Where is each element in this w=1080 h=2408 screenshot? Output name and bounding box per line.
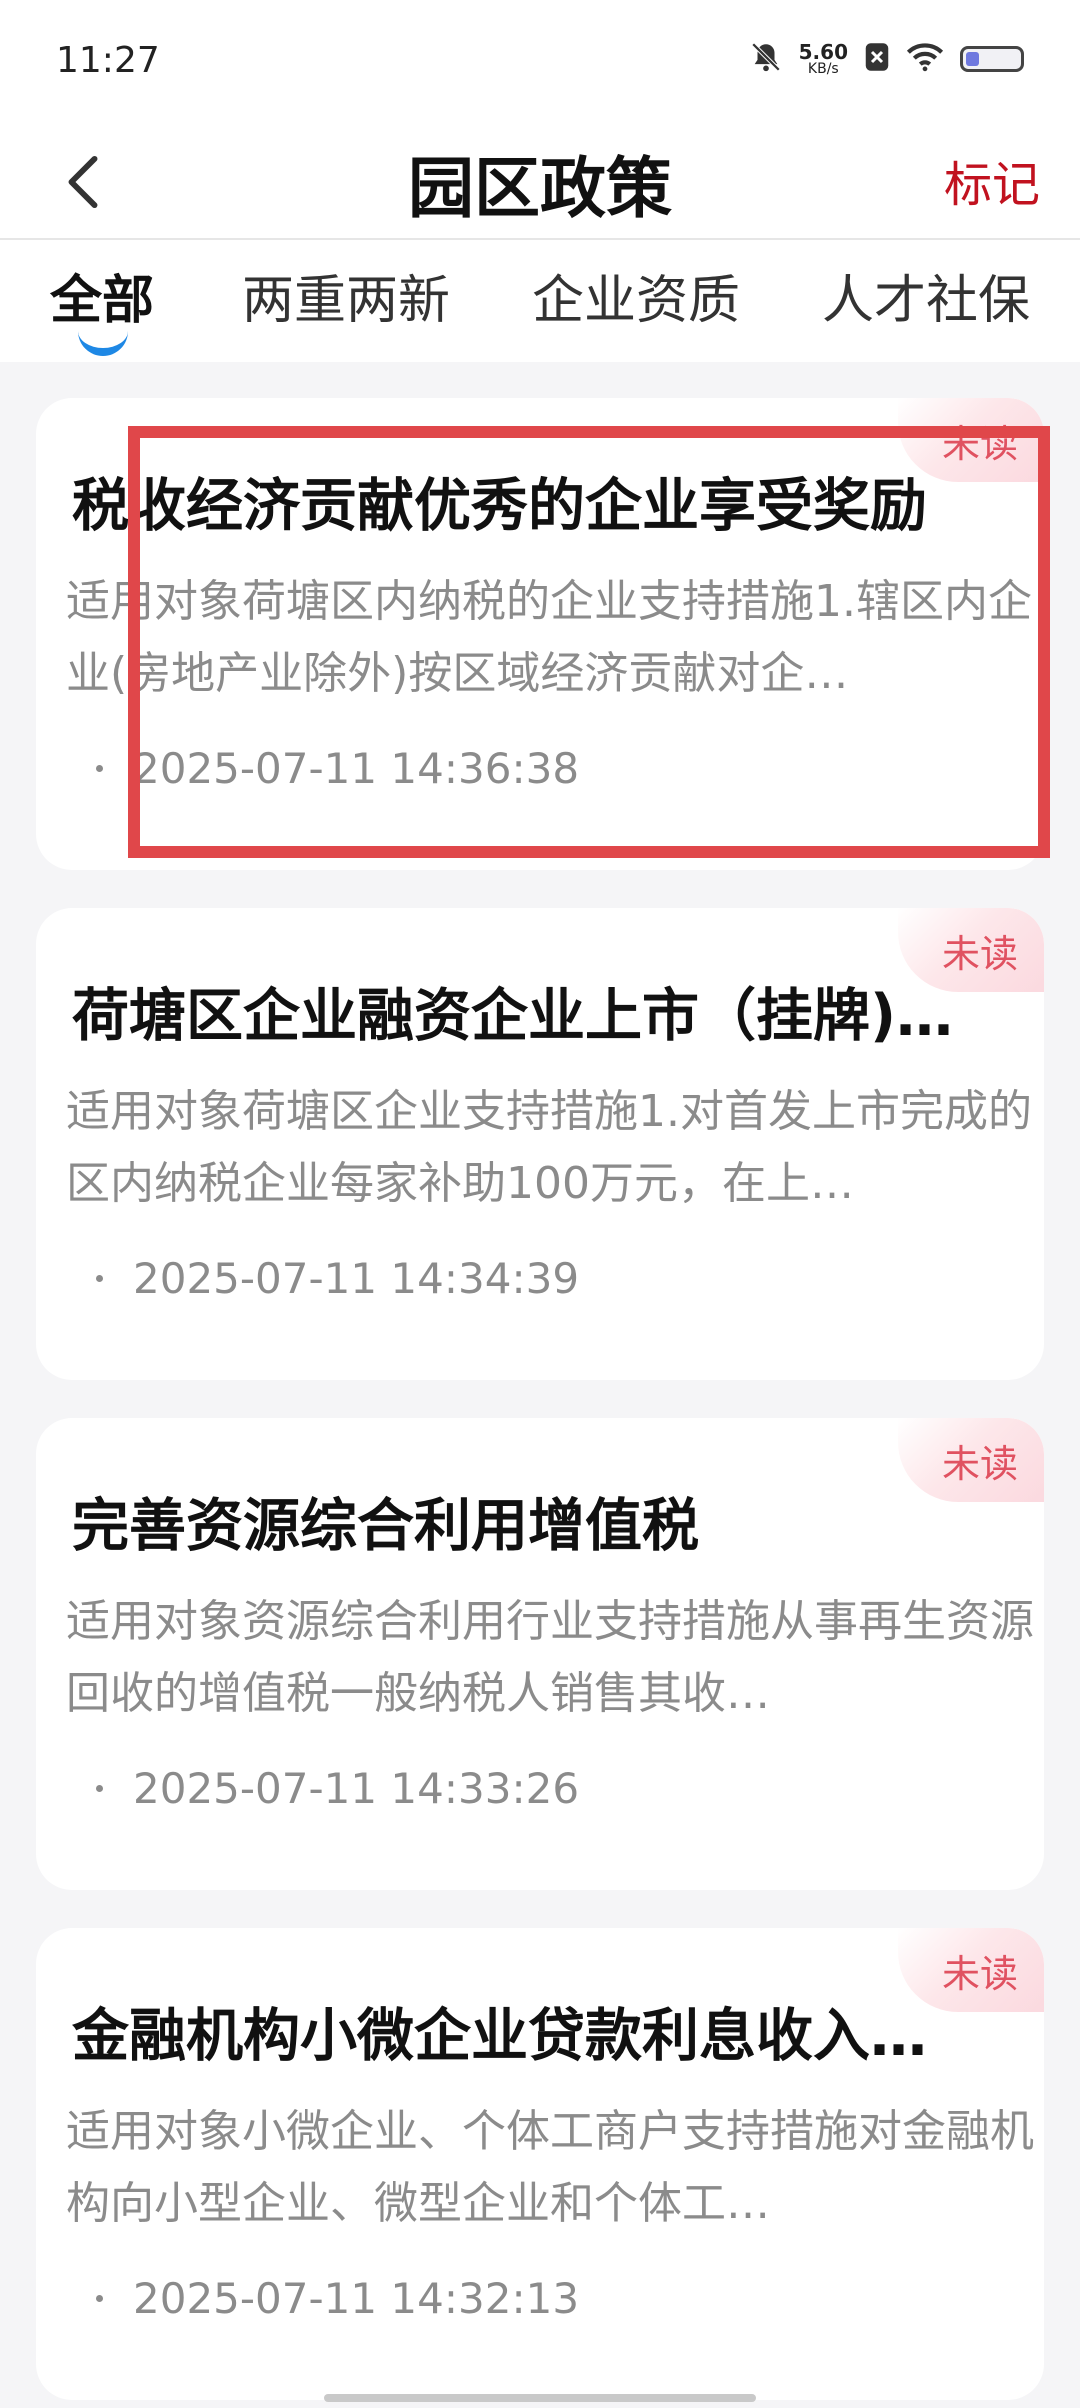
page-title: 园区政策 bbox=[408, 150, 672, 227]
home-indicator[interactable] bbox=[324, 2394, 756, 2402]
policy-title: 完善资源综合利用增值税 bbox=[72, 1493, 699, 1559]
policy-date-row: 2025-07-11 14:36:38 bbox=[96, 744, 579, 793]
active-tab-indicator bbox=[78, 328, 128, 356]
policy-card[interactable]: 未读 税收经济贡献优秀的企业享受奖励 适用对象荷塘区内纳税的企业支持措施1.辖区… bbox=[36, 398, 1044, 870]
mute-icon bbox=[749, 40, 783, 78]
tab-talent-social-security[interactable]: 人才社保 bbox=[822, 258, 1030, 333]
policy-card[interactable]: 未读 完善资源综合利用增值税 适用对象资源综合利用行业支持措施从事再生资源回收的… bbox=[36, 1418, 1044, 1890]
network-speed-unit: KB/s bbox=[807, 61, 839, 77]
sim-none-icon bbox=[864, 42, 890, 76]
tab-two-heavy-two-new[interactable]: 两重两新 bbox=[242, 258, 450, 333]
status-icons: 5.60 KB/s bbox=[749, 40, 1024, 78]
status-time: 11:27 bbox=[56, 40, 160, 81]
bullet-dot-icon bbox=[96, 1785, 103, 1792]
network-speed-value: 5.60 bbox=[798, 40, 848, 64]
navigation-bar: 园区政策 标记 bbox=[0, 125, 1080, 240]
network-speed: 5.60 KB/s bbox=[799, 42, 848, 76]
mark-button[interactable]: 标记 bbox=[944, 145, 1040, 215]
policy-date: 2025-07-11 14:32:13 bbox=[133, 2274, 580, 2323]
category-tabs: 全部 两重两新 企业资质 人才社保 bbox=[0, 240, 1080, 362]
policy-date-row: 2025-07-11 14:33:26 bbox=[96, 1764, 579, 1813]
policy-date-row: 2025-07-11 14:32:13 bbox=[96, 2274, 579, 2323]
policy-date: 2025-07-11 14:36:38 bbox=[133, 744, 580, 793]
policy-date-row: 2025-07-11 14:34:39 bbox=[96, 1254, 579, 1303]
battery-level bbox=[966, 52, 979, 66]
policy-card[interactable]: 未读 金融机构小微企业贷款利息收入… 适用对象小微企业、个体工商户支持措施对金融… bbox=[36, 1928, 1044, 2400]
policy-card[interactable]: 未读 荷塘区企业融资企业上市（挂牌)… 适用对象荷塘区企业支持措施1.对首发上市… bbox=[36, 908, 1044, 1380]
policy-summary: 适用对象荷塘区内纳税的企业支持措施1.辖区内企业(房地产业除外)按区域经济贡献对… bbox=[66, 576, 1032, 699]
bullet-dot-icon bbox=[96, 2295, 103, 2302]
policy-title: 税收经济贡献优秀的企业享受奖励 bbox=[72, 473, 927, 539]
policy-title: 金融机构小微企业贷款利息收入… bbox=[72, 2003, 927, 2069]
wifi-icon bbox=[906, 42, 944, 76]
tab-enterprise-qualification[interactable]: 企业资质 bbox=[532, 258, 740, 333]
policy-summary: 适用对象小微企业、个体工商户支持措施对金融机构向小型企业、微型企业和个体工… bbox=[66, 2106, 1034, 2229]
policy-title: 荷塘区企业融资企业上市（挂牌)… bbox=[72, 983, 954, 1049]
battery-icon bbox=[960, 46, 1024, 72]
bullet-dot-icon bbox=[96, 765, 103, 772]
policy-date: 2025-07-11 14:33:26 bbox=[133, 1764, 580, 1813]
policy-summary: 适用对象荷塘区企业支持措施1.对首发上市完成的区内纳税企业每家补助100万元，在… bbox=[66, 1086, 1032, 1209]
tab-all[interactable]: 全部 bbox=[50, 258, 154, 333]
status-bar: 11:27 5.60 KB/s bbox=[0, 0, 1080, 125]
policy-summary: 适用对象资源综合利用行业支持措施从事再生资源回收的增值税一般纳税人销售其收… bbox=[66, 1596, 1034, 1719]
policy-date: 2025-07-11 14:34:39 bbox=[133, 1254, 580, 1303]
bullet-dot-icon bbox=[96, 1275, 103, 1282]
